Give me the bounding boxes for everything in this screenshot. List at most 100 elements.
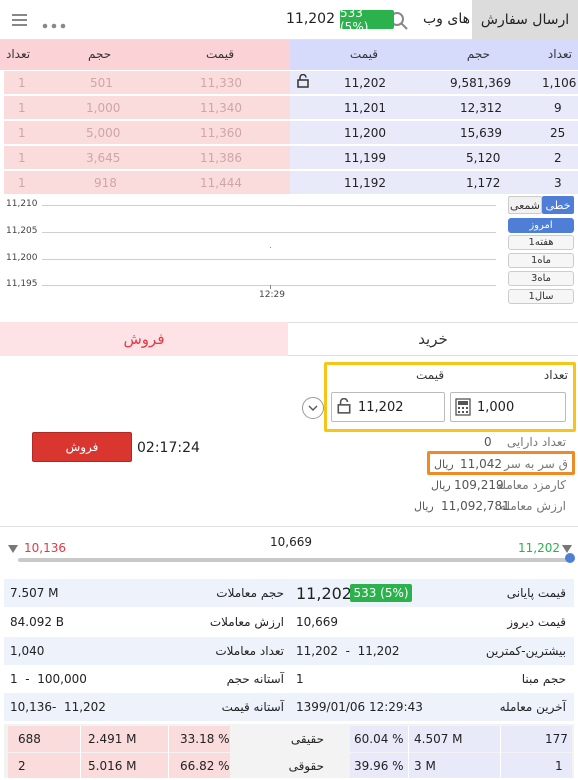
sell-order-row[interactable]: 11,386 3,645 1 [4, 146, 290, 170]
slider-low-value: 10,136 [24, 541, 66, 555]
cell-divider [500, 726, 501, 778]
sell-count: 1 [18, 100, 26, 115]
buy-volume: 12,312 [460, 100, 502, 115]
period-3month-button[interactable]: 3ماه [508, 271, 574, 286]
slider-high-value: 11,202 [518, 541, 560, 555]
commission-label: کارمزد معامله [495, 478, 566, 492]
chart-type-line-button[interactable]: خطی [542, 196, 574, 214]
header-sell-count: تعداد [6, 47, 31, 61]
price-input-value: 11,202 [358, 399, 404, 415]
header-sell-price: قیمت [206, 47, 235, 61]
send-order-button[interactable]: ارسال سفارش [472, 0, 578, 40]
chevron-down-icon [308, 405, 318, 411]
grid-line [42, 285, 496, 286]
buy-price: 11,200 [344, 125, 386, 140]
breakeven-label: ق سر به سر [504, 457, 568, 471]
stat-label: قیمت پایانی [506, 586, 566, 600]
unlock-icon[interactable] [336, 397, 352, 417]
slider-mid-value: 10,669 [270, 535, 312, 549]
cell-divider [80, 726, 81, 778]
sell-price: 11,340 [200, 100, 242, 115]
stat-label: قیمت دیروز [507, 615, 566, 629]
orderbook-buy-header: تعداد حجم قیمت [290, 40, 578, 70]
sell-order-row[interactable]: 11,340 1,000 1 [4, 96, 290, 120]
sell-count: 2 [18, 759, 26, 773]
buy-percent: 39.96 % [354, 759, 404, 773]
stat-label: حجم مبنا [521, 672, 566, 686]
price-change-badge: 533 (5%) [340, 6, 394, 34]
sell-count: 1 [18, 125, 26, 140]
more-options-icon[interactable] [42, 18, 68, 32]
buy-order-row[interactable]: 11,201 12,312 9 [290, 96, 578, 120]
chart-point [270, 247, 271, 248]
tab-sell[interactable]: فروش [0, 322, 288, 356]
count-label: تعداد [543, 368, 568, 382]
sell-percent: 33.18 % [180, 732, 230, 746]
buy-count: 177 [545, 732, 568, 746]
stats-row: قیمت دیروز 10,669 ارزش معاملات 84.092 B [4, 608, 574, 636]
stat-label: بیشترین-کمترین [485, 644, 566, 658]
y-tick-label: 11,210 [6, 199, 38, 209]
sell-count: 688 [18, 732, 41, 746]
unlock-icon[interactable] [296, 73, 310, 91]
sell-percent: 66.82 % [180, 759, 230, 773]
price-range-slider-handle[interactable] [565, 553, 575, 563]
assets-value: 0 [484, 435, 492, 449]
period-1month-button[interactable]: 1ماه [508, 253, 574, 268]
buy-price: 11,199 [344, 150, 386, 165]
sell-count: 1 [18, 75, 26, 90]
tab-buy[interactable]: خرید [288, 322, 578, 356]
buy-volume: 15,639 [460, 125, 502, 140]
stat-label: ارزش معاملات [209, 615, 284, 629]
header-buy-count: تعداد [547, 47, 572, 61]
header-buy-volume: حجم [466, 47, 490, 61]
calculator-icon[interactable] [455, 398, 471, 419]
buy-price: 11,201 [344, 100, 386, 115]
stat-label: آستانه حجم [226, 672, 284, 686]
expand-chevron-button[interactable] [302, 397, 324, 419]
sell-order-row[interactable]: 11,330 501 1 [4, 71, 290, 95]
header-buy-price: قیمت [349, 47, 378, 61]
buy-count: 1 [555, 759, 563, 773]
sell-price: 11,444 [200, 175, 242, 190]
orderbook-sell-header: قیمت حجم تعداد [0, 40, 290, 70]
breakeven-value: 11,042 [460, 457, 502, 471]
trade-value-label: ارزش معامله [499, 499, 566, 513]
period-1week-button[interactable]: 1هفته [508, 235, 574, 250]
stats-row: قیمت پایانی 11,202 533 (5%) حجم معاملات … [4, 579, 574, 607]
stat-value: 7.507 M [10, 586, 59, 600]
price-range-slider-track[interactable] [18, 558, 570, 562]
y-tick-label: 11,200 [6, 253, 38, 263]
buy-volume: 9,581,369 [450, 75, 512, 90]
cell-divider [168, 726, 169, 778]
buy-count: 25 [550, 125, 566, 140]
sell-volume: 5,000 [86, 125, 121, 140]
sell-order-row[interactable]: 11,444 918 1 [4, 171, 290, 195]
buy-order-row[interactable]: 11,199 5,120 2 [290, 146, 578, 170]
buy-percent: 60.04 % [354, 732, 404, 746]
stat-value: 1 - 100,000 [10, 672, 87, 686]
sell-order-row[interactable]: 11,360 5,000 1 [4, 121, 290, 145]
buy-count: 9 [554, 100, 562, 115]
rial-unit: ریال [431, 479, 451, 492]
buy-order-row[interactable]: 11,200 15,639 25 [290, 121, 578, 145]
period-1year-button[interactable]: 1سال [508, 289, 574, 304]
buy-order-row[interactable]: 11,202 9,581,369 1,106 [290, 71, 578, 95]
stats-row: بیشترین-کمترین 11,202 - 11,202 تعداد معا… [4, 637, 574, 665]
hamburger-menu-icon[interactable] [10, 12, 30, 28]
period-today-button[interactable]: امروز [508, 218, 574, 233]
stock-name: های وب [423, 11, 470, 27]
buy-order-row[interactable]: 11,192 1,172 3 [290, 171, 578, 195]
sell-submit-button[interactable]: فروش [32, 432, 132, 462]
sell-price: 11,360 [200, 125, 242, 140]
stat-value: 10,669 [296, 615, 338, 629]
sell-volume: 501 [90, 75, 113, 90]
individual-label: حقیقی [290, 732, 324, 746]
sell-price: 11,386 [200, 150, 242, 165]
commission-value: 109,219 [454, 478, 504, 492]
stat-value: 11,202 [296, 583, 352, 603]
price-chart[interactable]: 11,210 11,205 11,200 11,195 12:29 [0, 195, 500, 305]
chart-type-candle-button[interactable]: شمعی [508, 196, 542, 214]
buy-volume: 3 M [414, 759, 436, 773]
y-tick-label: 11,195 [6, 279, 38, 289]
